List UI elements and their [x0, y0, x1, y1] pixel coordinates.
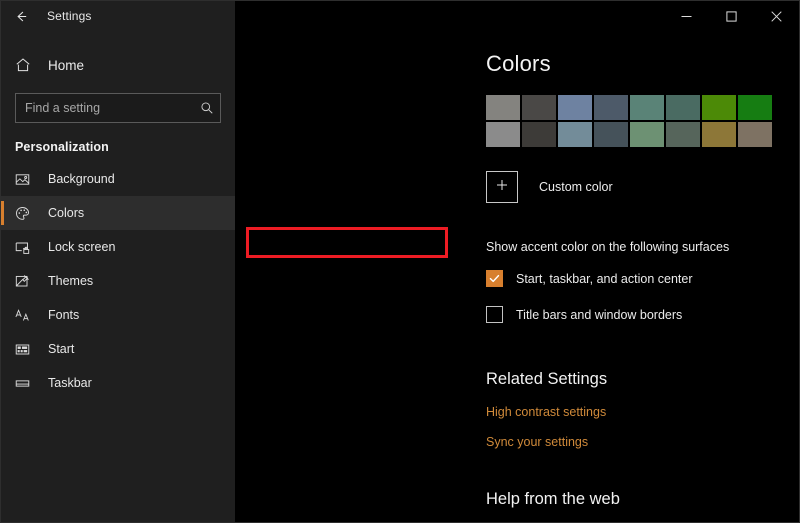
color-swatch[interactable] — [558, 95, 592, 120]
sidebar-item-label: Lock screen — [37, 240, 115, 254]
checkbox-control[interactable] — [486, 270, 503, 287]
color-swatch[interactable] — [630, 95, 664, 120]
checkbox-label: Start, taskbar, and action center — [503, 272, 693, 286]
window-title: Settings — [41, 9, 92, 23]
paintbrush-icon — [15, 274, 37, 289]
color-swatch[interactable] — [486, 122, 520, 147]
sidebar-item-label: Background — [37, 172, 115, 186]
palette-icon — [15, 206, 37, 221]
sidebar-item-colors[interactable]: Colors — [1, 196, 235, 230]
minimize-button[interactable] — [664, 1, 709, 31]
maximize-button[interactable] — [709, 1, 754, 31]
title-bar-left: Settings — [1, 1, 235, 31]
sidebar-nav-list: Background Colors — [1, 162, 235, 400]
back-arrow-icon — [14, 9, 29, 24]
color-swatch[interactable] — [486, 95, 520, 120]
close-icon — [771, 11, 782, 22]
lock-screen-icon — [15, 240, 37, 255]
custom-color-row: Custom color — [486, 171, 799, 203]
image-icon — [15, 172, 37, 187]
checkmark-icon — [488, 272, 501, 285]
search-icon[interactable] — [194, 101, 220, 115]
maximize-icon — [726, 11, 737, 22]
window-body: Home Personalization — [1, 31, 799, 522]
sidebar-item-lock-screen[interactable]: Lock screen — [1, 230, 235, 264]
sidebar-item-label: Colors — [37, 206, 84, 220]
plus-icon — [495, 178, 509, 197]
font-icon — [15, 308, 37, 323]
sidebar-item-label: Themes — [37, 274, 93, 288]
sidebar-item-themes[interactable]: Themes — [1, 264, 235, 298]
help-from-web-heading: Help from the web — [486, 449, 799, 509]
home-icon — [15, 57, 37, 73]
checkbox-label: Title bars and window borders — [503, 308, 682, 322]
taskbar-icon — [15, 376, 37, 391]
link-sync-your-settings[interactable]: Sync your settings — [486, 435, 588, 449]
color-swatch[interactable] — [738, 95, 772, 120]
accent-surfaces-caption: Show accent color on the following surfa… — [486, 240, 799, 254]
page-title: Colors — [486, 51, 799, 77]
color-swatch[interactable] — [702, 95, 736, 120]
minimize-icon — [681, 11, 692, 22]
title-bar-drag-region[interactable] — [235, 1, 664, 31]
sidebar-item-label: Fonts — [37, 308, 79, 322]
sidebar-item-home[interactable]: Home — [1, 47, 235, 83]
back-button[interactable] — [1, 1, 41, 31]
color-swatch[interactable] — [522, 122, 556, 147]
sidebar-home-label: Home — [37, 58, 84, 73]
color-swatch[interactable] — [702, 122, 736, 147]
sidebar-item-label: Start — [37, 342, 74, 356]
color-swatch[interactable] — [522, 95, 556, 120]
checkbox-control[interactable] — [486, 306, 503, 323]
sidebar-group-title: Personalization — [1, 123, 235, 162]
color-swatch[interactable] — [630, 122, 664, 147]
color-swatch[interactable] — [594, 122, 628, 147]
start-tiles-icon — [15, 342, 37, 357]
checkbox-title-bars-window-borders[interactable]: Title bars and window borders — [482, 303, 686, 326]
color-swatch[interactable] — [558, 122, 592, 147]
accent-color-swatch-grid — [486, 95, 772, 147]
close-button[interactable] — [754, 1, 799, 31]
settings-window: Settings — [0, 0, 800, 523]
custom-color-button[interactable] — [486, 171, 518, 203]
color-swatch[interactable] — [594, 95, 628, 120]
sidebar-item-fonts[interactable]: Fonts — [1, 298, 235, 332]
sidebar-item-background[interactable]: Background — [1, 162, 235, 196]
title-bar: Settings — [1, 1, 799, 31]
color-swatch[interactable] — [666, 122, 700, 147]
color-swatch[interactable] — [738, 122, 772, 147]
custom-color-label: Custom color — [518, 180, 613, 194]
color-swatch[interactable] — [666, 95, 700, 120]
search-box[interactable] — [15, 93, 221, 123]
sidebar: Home Personalization — [1, 31, 235, 522]
sidebar-item-taskbar[interactable]: Taskbar — [1, 366, 235, 400]
sidebar-item-start[interactable]: Start — [1, 332, 235, 366]
checkbox-start-taskbar-action-center[interactable]: Start, taskbar, and action center — [482, 267, 697, 290]
search-input[interactable] — [16, 94, 194, 122]
main-content: Colors — [235, 31, 799, 522]
window-controls — [664, 1, 799, 31]
sidebar-item-label: Taskbar — [37, 376, 92, 390]
related-settings-heading: Related Settings — [486, 326, 799, 389]
link-high-contrast-settings[interactable]: High contrast settings — [486, 405, 606, 419]
